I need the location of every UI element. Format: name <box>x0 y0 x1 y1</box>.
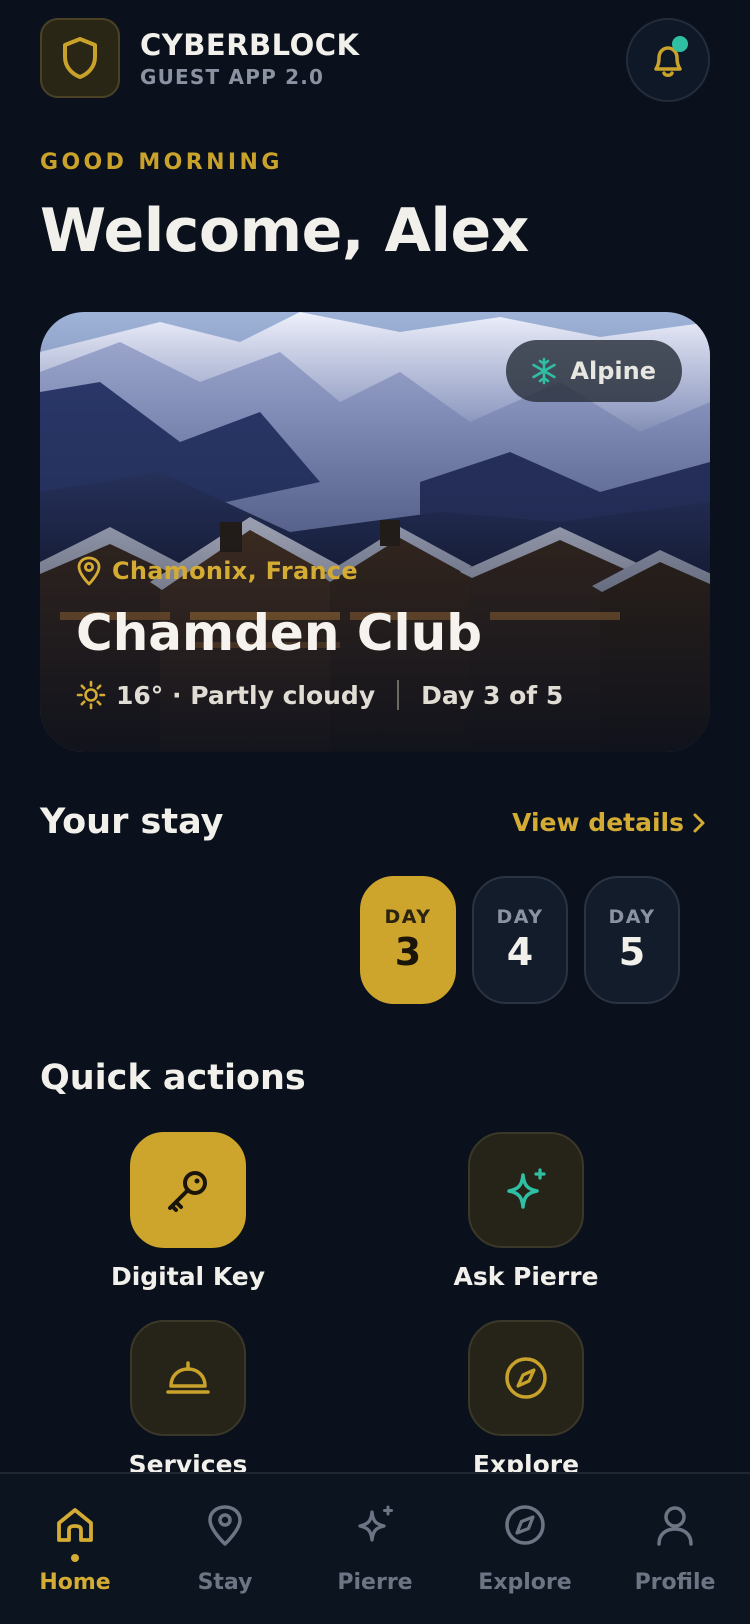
sparkle-icon <box>507 1168 546 1209</box>
app-header: CYBERBLOCK GUEST APP 2.0 <box>40 18 710 102</box>
quick-action-icon-box <box>130 1132 246 1248</box>
nav-item-profile[interactable]: Profile <box>600 1474 750 1624</box>
day-chip-number: 3 <box>394 930 422 974</box>
notifications-button[interactable] <box>626 18 710 102</box>
day-chip-label: DAY <box>384 906 432 928</box>
quick-action-digital-key[interactable]: Digital Key <box>68 1132 308 1291</box>
sun-icon <box>76 680 106 710</box>
bottom-navigation: Home Stay Pierre Explore Profile <box>0 1472 750 1624</box>
shield-icon <box>63 37 97 79</box>
page-title: Welcome, Alex <box>40 196 529 266</box>
map-pin-icon <box>208 1505 242 1546</box>
quick-action-explore[interactable]: Explore <box>406 1320 646 1479</box>
quick-actions-heading: Quick actions <box>40 1058 306 1098</box>
day-chip-label: DAY <box>496 906 544 928</box>
active-indicator-dot <box>71 1554 79 1562</box>
sparkle-icon <box>358 1505 393 1542</box>
greeting: GOOD MORNING <box>40 150 283 175</box>
quick-action-icon-box <box>468 1320 584 1436</box>
nav-label: Profile <box>634 1570 716 1595</box>
user-icon <box>657 1506 693 1546</box>
day-chip-number: 5 <box>618 930 646 974</box>
chevron-right-icon <box>693 813 705 832</box>
quick-action-label: Ask Pierre <box>453 1262 599 1291</box>
nav-label: Explore <box>478 1570 572 1595</box>
compass-icon <box>505 1505 545 1545</box>
home-icon <box>57 1508 93 1542</box>
concierge-bell-icon <box>166 1361 210 1394</box>
nav-item-pierre[interactable]: Pierre <box>300 1474 450 1624</box>
nav-label: Stay <box>197 1570 253 1595</box>
view-details-link[interactable]: View details <box>512 808 706 837</box>
meta-divider <box>397 680 400 710</box>
quick-action-label: Digital Key <box>110 1262 266 1291</box>
quick-action-icon-box <box>130 1320 246 1436</box>
view-details-label: View details <box>512 808 684 837</box>
nav-label: Home <box>39 1570 111 1595</box>
quick-action-icon-box <box>468 1132 584 1248</box>
map-pin-icon <box>77 556 101 586</box>
hero-location: Chamonix, France <box>76 556 358 586</box>
category-tag-label: Alpine <box>570 357 656 385</box>
quick-action-services[interactable]: Services <box>68 1320 308 1479</box>
category-tag: Alpine <box>506 340 682 402</box>
snowflake-icon <box>532 357 557 385</box>
day-chip-3[interactable]: DAY 3 <box>360 876 456 1004</box>
day-chip-5[interactable]: DAY 5 <box>584 876 680 1004</box>
brand: CYBERBLOCK GUEST APP 2.0 <box>140 28 359 92</box>
compass-icon <box>505 1357 547 1399</box>
brand-name: CYBERBLOCK <box>140 28 360 62</box>
day-progress-text: Day 3 of 5 <box>421 680 564 710</box>
nav-item-stay[interactable]: Stay <box>150 1474 300 1624</box>
app-logo <box>40 18 120 98</box>
nav-item-explore[interactable]: Explore <box>450 1474 600 1624</box>
property-hero-card[interactable]: Alpine Chamonix, France Chamden Club 16°… <box>40 312 710 752</box>
your-stay-heading: Your stay <box>40 802 224 842</box>
hero-meta: 16° · Partly cloudy Day 3 of 5 <box>76 680 563 710</box>
day-chip-4[interactable]: DAY 4 <box>472 876 568 1004</box>
weather-text: 16° · Partly cloudy <box>116 680 376 710</box>
day-chip-label: DAY <box>608 906 656 928</box>
notification-dot <box>672 36 688 52</box>
nav-label: Pierre <box>337 1570 413 1595</box>
property-name: Chamden Club <box>76 604 483 662</box>
brand-subtitle: GUEST APP 2.0 <box>140 65 325 89</box>
day-selector: DAY 3 DAY 4 DAY 5 <box>360 876 680 1004</box>
hero-location-text: Chamonix, France <box>112 557 358 585</box>
quick-action-ask-pierre[interactable]: Ask Pierre <box>406 1132 646 1291</box>
day-chip-number: 4 <box>506 930 534 974</box>
key-icon <box>168 1171 207 1212</box>
nav-item-home[interactable]: Home <box>0 1474 150 1624</box>
